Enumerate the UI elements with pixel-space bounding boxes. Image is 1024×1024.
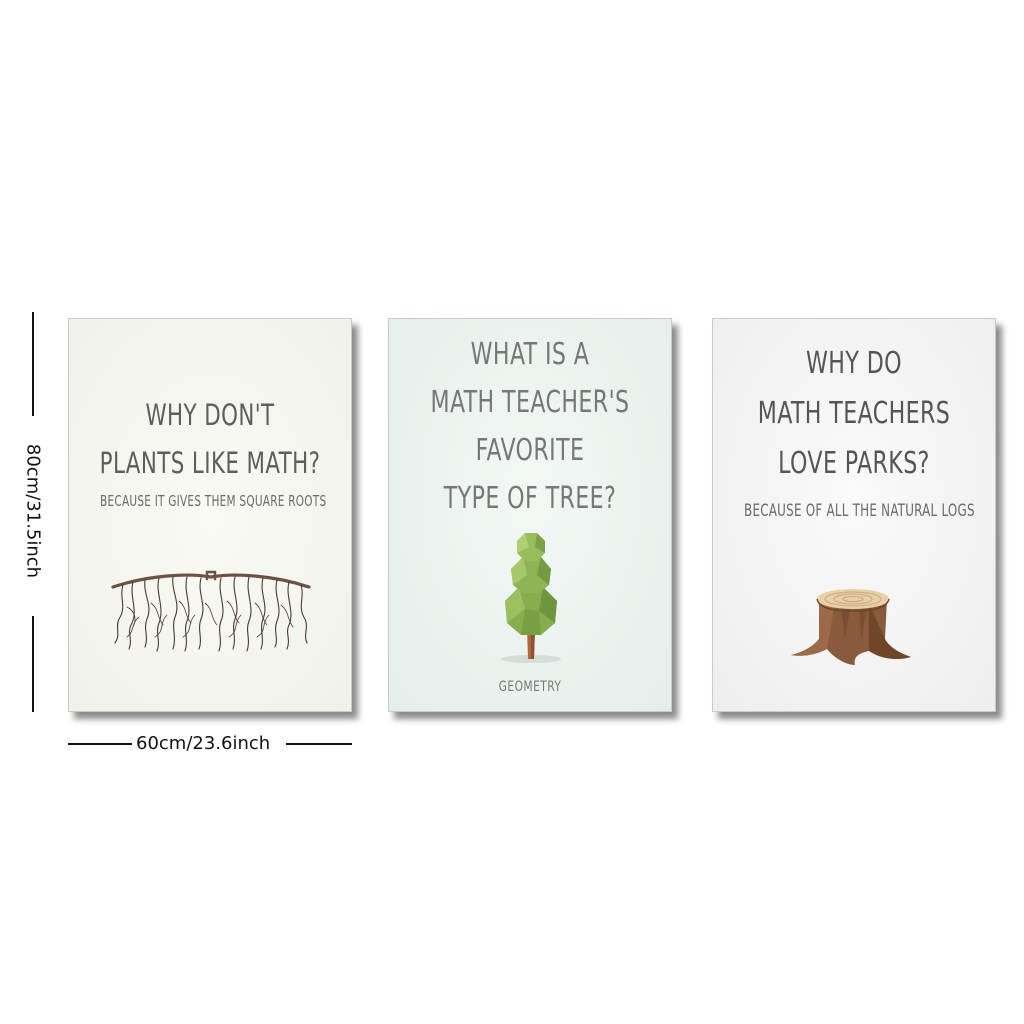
geometric-topiary-tree-illustration [501,533,561,663]
width-dimension-line-right [286,743,352,745]
poster-title: WHY DO MATH TEACHERS LOVE PARKS? [757,346,951,481]
height-dimension-line-top [32,312,34,416]
poster-geometry: WHAT IS A MATH TEACHER'S FAVORITE TYPE O… [388,318,672,712]
width-dimension-label: 60cm/23.6inch [136,733,271,754]
height-dimension-line-bottom [32,616,34,712]
height-dimension-label: 80cm/31.5inch [22,443,44,579]
poster-punchline: BECAUSE OF ALL THE NATURAL LOGS [744,501,975,521]
width-dimension-line-left [68,743,132,745]
poster-punchline: BECAUSE IT GIVES THEM SQUARE ROOTS [100,492,327,510]
square-roots-illustration [111,570,311,652]
poster-title: WHY DON'T PLANTS LIKE MATH? [99,398,321,480]
poster-square-roots: WHY DON'T PLANTS LIKE MATH? BECAUSE IT G… [68,318,352,712]
tree-stump-illustration [791,589,911,665]
poster-natural-logs: WHY DO MATH TEACHERS LOVE PARKS? BECAUSE… [712,318,996,712]
poster-punchline: GEOMETRY [498,679,562,695]
poster-title: WHAT IS A MATH TEACHER'S FAVORITE TYPE O… [430,337,630,516]
